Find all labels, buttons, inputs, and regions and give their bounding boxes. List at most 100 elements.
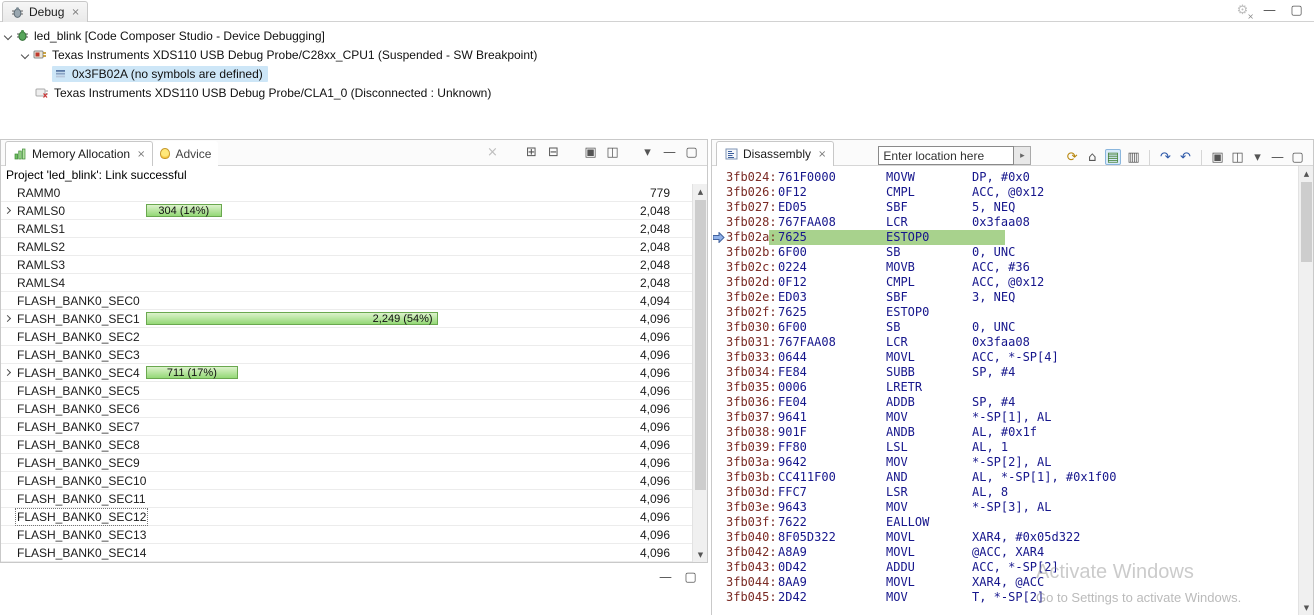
disassembly-row[interactable]: 3fb033: 0644 MOVL ACC, *-SP[4] — [712, 350, 1298, 365]
pin-view-icon[interactable]: ◫ — [1230, 149, 1245, 165]
collapse-all-icon[interactable]: ⊟ — [546, 145, 561, 161]
tab-advice[interactable]: Advice — [153, 141, 219, 166]
row-expander-icon[interactable] — [3, 368, 12, 377]
scrollbar-thumb[interactable] — [695, 200, 706, 490]
memory-row[interactable]: FLASH_BANK0_SEC11 4,096 — [1, 490, 692, 508]
disassembly-row[interactable]: 3fb03d: FFC7 LSR AL, 8 — [712, 485, 1298, 500]
tab-disassembly[interactable]: Disassembly × — [716, 141, 835, 166]
disassembly-row[interactable]: 3fb035: 0006 LRETR — [712, 380, 1298, 395]
memory-scrollbar[interactable]: ▲ ▼ — [692, 184, 707, 562]
disassembly-row[interactable]: 3fb02c: 0224 MOVB ACC, #36 — [712, 260, 1298, 275]
tree-expander-icon[interactable] — [20, 50, 30, 59]
memory-row[interactable]: FLASH_BANK0_SEC4 711 (17%) 4,096 — [1, 364, 692, 382]
disassembly-row[interactable]: 3fb03f: 7622 EALLOW — [712, 515, 1298, 530]
disassembly-row[interactable]: 3fb043: 0D42 ADDU ACC, *-SP[2] — [712, 560, 1298, 575]
disassembly-row[interactable]: 3fb036: FE04 ADDB SP, #4 — [712, 395, 1298, 410]
minimize-debug-view-icon[interactable]: — — [1262, 3, 1277, 19]
memory-row[interactable]: FLASH_BANK0_SEC2 4,096 — [1, 328, 692, 346]
disassembly-row[interactable]: 3fb03e: 9643 MOV *-SP[3], AL — [712, 500, 1298, 515]
view-menu-icon[interactable]: ▾ — [1250, 149, 1265, 165]
debug-tree-item[interactable]: 0x3FB02A (no symbols are defined) — [0, 64, 1314, 83]
memory-row[interactable]: RAMLS0 304 (14%) 2,048 — [1, 202, 692, 220]
disassembly-row[interactable]: 3fb030: 6F00 SB 0, UNC — [712, 320, 1298, 335]
scroll-down-icon[interactable]: ▼ — [693, 547, 708, 562]
refresh-icon[interactable]: ⟳ — [1065, 149, 1080, 165]
disassembly-row[interactable]: 3fb02d: 0F12 CMPL ACC, @0x12 — [712, 275, 1298, 290]
disassembly-row[interactable]: 3fb034: FE84 SUBB SP, #4 — [712, 365, 1298, 380]
disassembly-row[interactable]: 3fb044: 8AA9 MOVL XAR4, @ACC — [712, 575, 1298, 590]
debug-tree-item[interactable]: Texas Instruments XDS110 USB Debug Probe… — [0, 83, 1314, 102]
debug-tree-item[interactable]: Texas Instruments XDS110 USB Debug Probe… — [0, 45, 1314, 64]
disassembly-row[interactable]: 3fb02e: ED03 SBF 3, NEQ — [712, 290, 1298, 305]
clear-icon[interactable]: × — [485, 145, 500, 161]
scroll-down-icon[interactable]: ▼ — [1299, 600, 1313, 615]
tab-disassembly-close-icon[interactable]: × — [818, 149, 826, 160]
scroll-up-icon[interactable]: ▲ — [1299, 166, 1313, 181]
location-input[interactable] — [878, 146, 1015, 165]
disassembly-row[interactable]: 3fb042: A8A9 MOVL @ACC, XAR4 — [712, 545, 1298, 560]
disassembly-row[interactable]: 3fb024: 761F0000 MOVW DP, #0x0 — [712, 170, 1298, 185]
minimize-disassembly-icon[interactable]: — — [1270, 149, 1285, 165]
expand-all-icon[interactable]: ⊞ — [524, 145, 539, 161]
disassembly-row[interactable]: 3fb038: 901F ANDB AL, #0x1f — [712, 425, 1298, 440]
memory-row[interactable]: FLASH_BANK0_SEC5 4,096 — [1, 382, 692, 400]
tab-debug[interactable]: Debug × — [2, 1, 88, 22]
memory-row[interactable]: FLASH_BANK0_SEC6 4,096 — [1, 400, 692, 418]
disassembly-scrollbar[interactable]: ▲ ▼ — [1298, 166, 1313, 615]
memory-row[interactable]: RAMLS2 2,048 — [1, 238, 692, 256]
memory-row[interactable]: FLASH_BANK0_SEC13 4,096 — [1, 526, 692, 544]
memory-row[interactable]: FLASH_BANK0_SEC3 4,096 — [1, 346, 692, 364]
memory-row[interactable]: FLASH_BANK0_SEC1 2,249 (54%) 4,096 — [1, 310, 692, 328]
location-go-icon[interactable]: ▸ — [1014, 146, 1032, 165]
row-expander-icon[interactable] — [3, 314, 12, 323]
jump-to-pc-icon[interactable]: ↷ — [1158, 149, 1173, 165]
memory-row[interactable]: FLASH_BANK0_SEC8 4,096 — [1, 436, 692, 454]
view-menu-icon[interactable]: ▾ — [640, 145, 655, 161]
memory-row[interactable]: RAMM0 779 — [1, 184, 692, 202]
show-source-toggle-icon[interactable]: ▤ — [1104, 149, 1121, 165]
memory-row[interactable]: RAMLS3 2,048 — [1, 256, 692, 274]
minimize-memory-view-icon[interactable]: — — [662, 145, 677, 161]
maximize-memory-view-icon[interactable]: ▢ — [684, 145, 699, 161]
show-opcodes-icon[interactable]: ▥ — [1126, 149, 1141, 165]
memory-row[interactable]: RAMLS4 2,048 — [1, 274, 692, 292]
disassembly-row[interactable]: 3fb037: 9641 MOV *-SP[1], AL — [712, 410, 1298, 425]
tab-debug-close-icon[interactable]: × — [71, 7, 79, 18]
memory-row[interactable]: FLASH_BANK0_SEC10 4,096 — [1, 472, 692, 490]
memory-row[interactable]: FLASH_BANK0_SEC12 4,096 — [1, 508, 692, 526]
scroll-up-icon[interactable]: ▲ — [693, 184, 708, 199]
export-view-icon[interactable]: ◫ — [605, 145, 620, 161]
disassembly-row[interactable]: 3fb045: 2D42 MOV T, *-SP[2] — [712, 590, 1298, 605]
debug-tree-item[interactable]: led_blink [Code Composer Studio - Device… — [0, 26, 1314, 45]
row-expander-icon[interactable] — [3, 206, 12, 215]
tree-expander-icon[interactable] — [3, 31, 13, 40]
strip-restore-icon[interactable]: ▢ — [683, 569, 698, 585]
disassembly-row[interactable]: 3fb039: FF80 LSL AL, 1 — [712, 440, 1298, 455]
tab-memory-allocation[interactable]: Memory Allocation × — [5, 141, 154, 166]
remove-all-terminated-icon[interactable]: ⚙ × — [1235, 3, 1254, 20]
disassembly-row[interactable]: 3fb027: ED05 SBF 5, NEQ — [712, 200, 1298, 215]
disassembly-row[interactable]: 3fb02a: 7625 ESTOP0 — [712, 230, 1298, 245]
home-icon[interactable]: ⌂ — [1085, 149, 1100, 165]
tab-memory-allocation-close-icon[interactable]: × — [137, 149, 145, 160]
memory-row[interactable]: FLASH_BANK0_SEC7 4,096 — [1, 418, 692, 436]
maximize-debug-view-icon[interactable]: ▢ — [1289, 3, 1304, 19]
disassembly-row[interactable]: 3fb026: 0F12 CMPL ACC, @0x12 — [712, 185, 1298, 200]
disassembly-row[interactable]: 3fb02b: 6F00 SB 0, UNC — [712, 245, 1298, 260]
memory-row[interactable]: FLASH_BANK0_SEC9 4,096 — [1, 454, 692, 472]
memory-row[interactable]: FLASH_BANK0_SEC0 4,094 — [1, 292, 692, 310]
maximize-disassembly-icon[interactable]: ▢ — [1290, 149, 1305, 165]
memory-row[interactable]: FLASH_BANK0_SEC14 4,096 — [1, 544, 692, 562]
disassembly-row[interactable]: 3fb028: 767FAA08 LCR 0x3faa08 — [712, 215, 1298, 230]
disassembly-row[interactable]: 3fb03a: 9642 MOV *-SP[2], AL — [712, 455, 1298, 470]
scrollbar-thumb[interactable] — [1301, 182, 1312, 262]
disassembly-row[interactable]: 3fb031: 767FAA08 LCR 0x3faa08 — [712, 335, 1298, 350]
disassembly-row[interactable]: 3fb03b: CC411F00 AND AL, *-SP[1], #0x1f00 — [712, 470, 1298, 485]
strip-minimize-icon[interactable]: — — [658, 569, 673, 585]
memory-row[interactable]: RAMLS1 2,048 — [1, 220, 692, 238]
disassembly-row[interactable]: 3fb02f: 7625 ESTOP0 — [712, 305, 1298, 320]
navigate-back-icon[interactable]: ↶ — [1178, 149, 1193, 165]
new-window-icon[interactable]: ▣ — [583, 145, 598, 161]
disassembly-row[interactable]: 3fb040: 8F05D322 MOVL XAR4, #0x05d322 — [712, 530, 1298, 545]
new-view-icon[interactable]: ▣ — [1210, 149, 1225, 165]
